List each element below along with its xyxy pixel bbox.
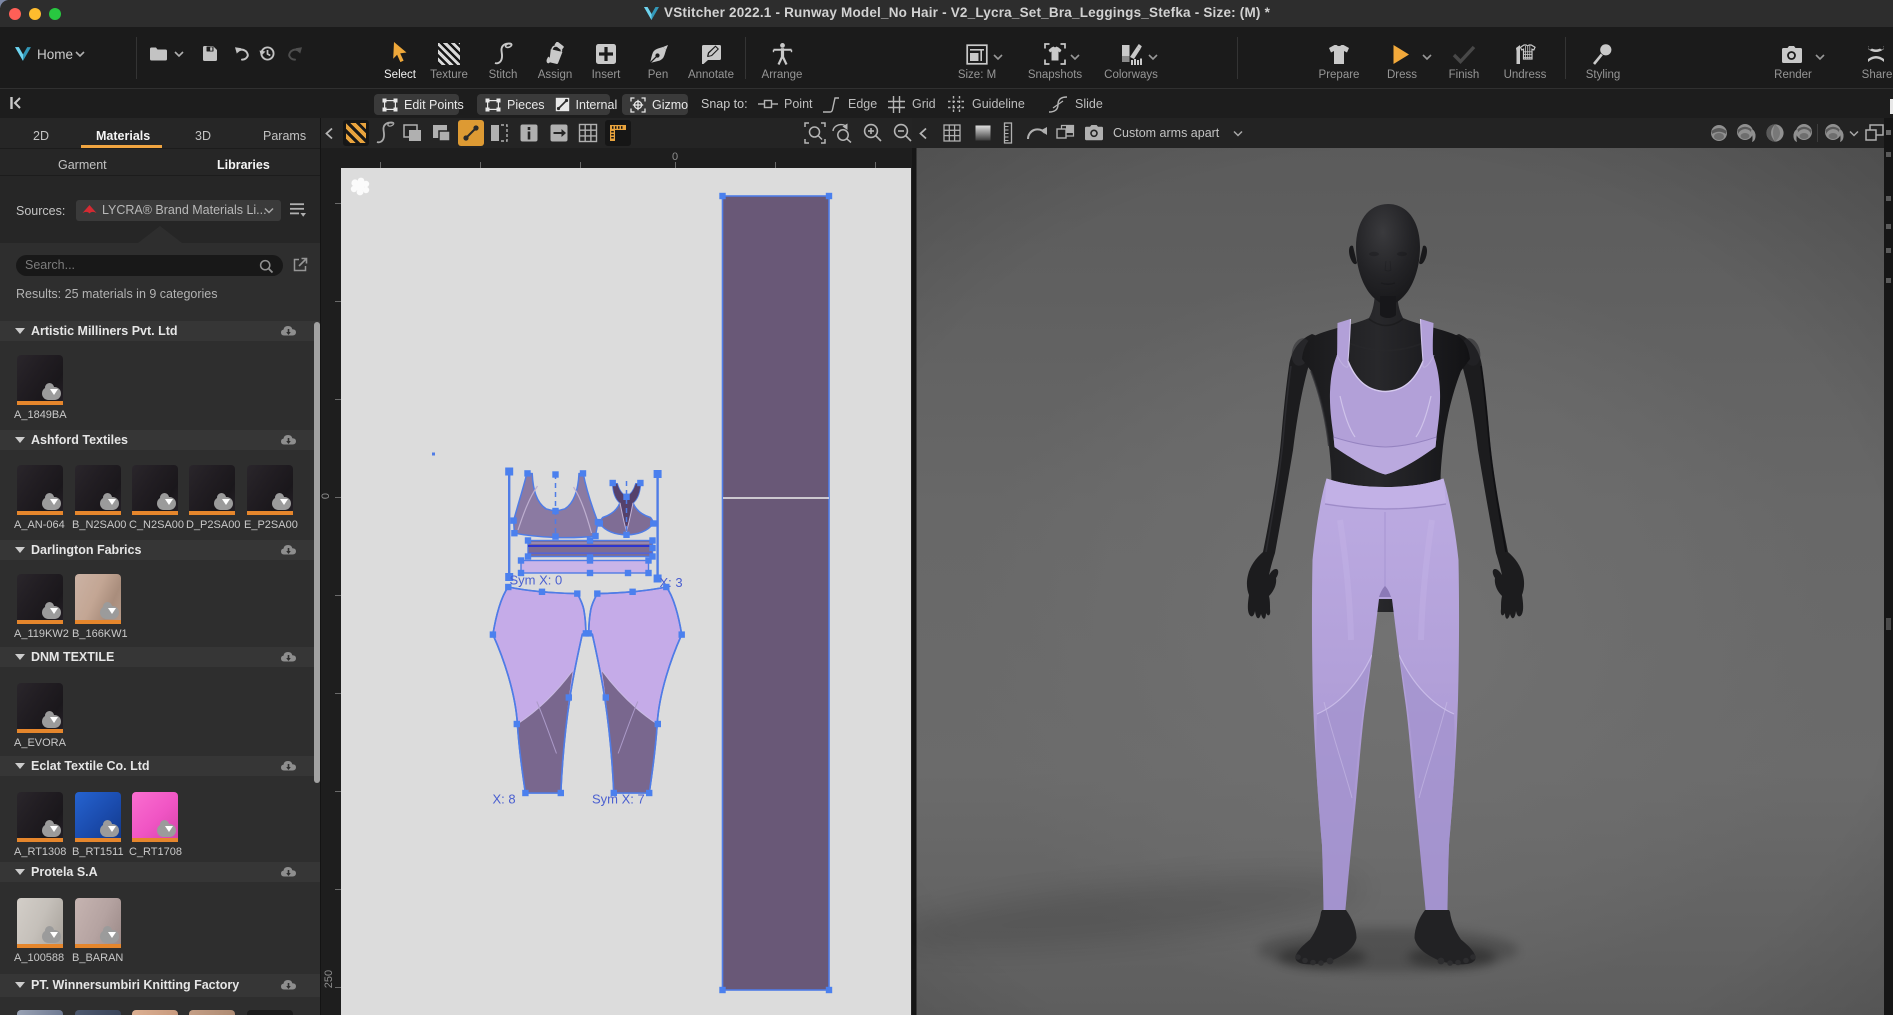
svg-text:Sym X: 0: Sym X: 0 — [510, 573, 563, 588]
svg-text:X: 8: X: 8 — [493, 792, 516, 807]
